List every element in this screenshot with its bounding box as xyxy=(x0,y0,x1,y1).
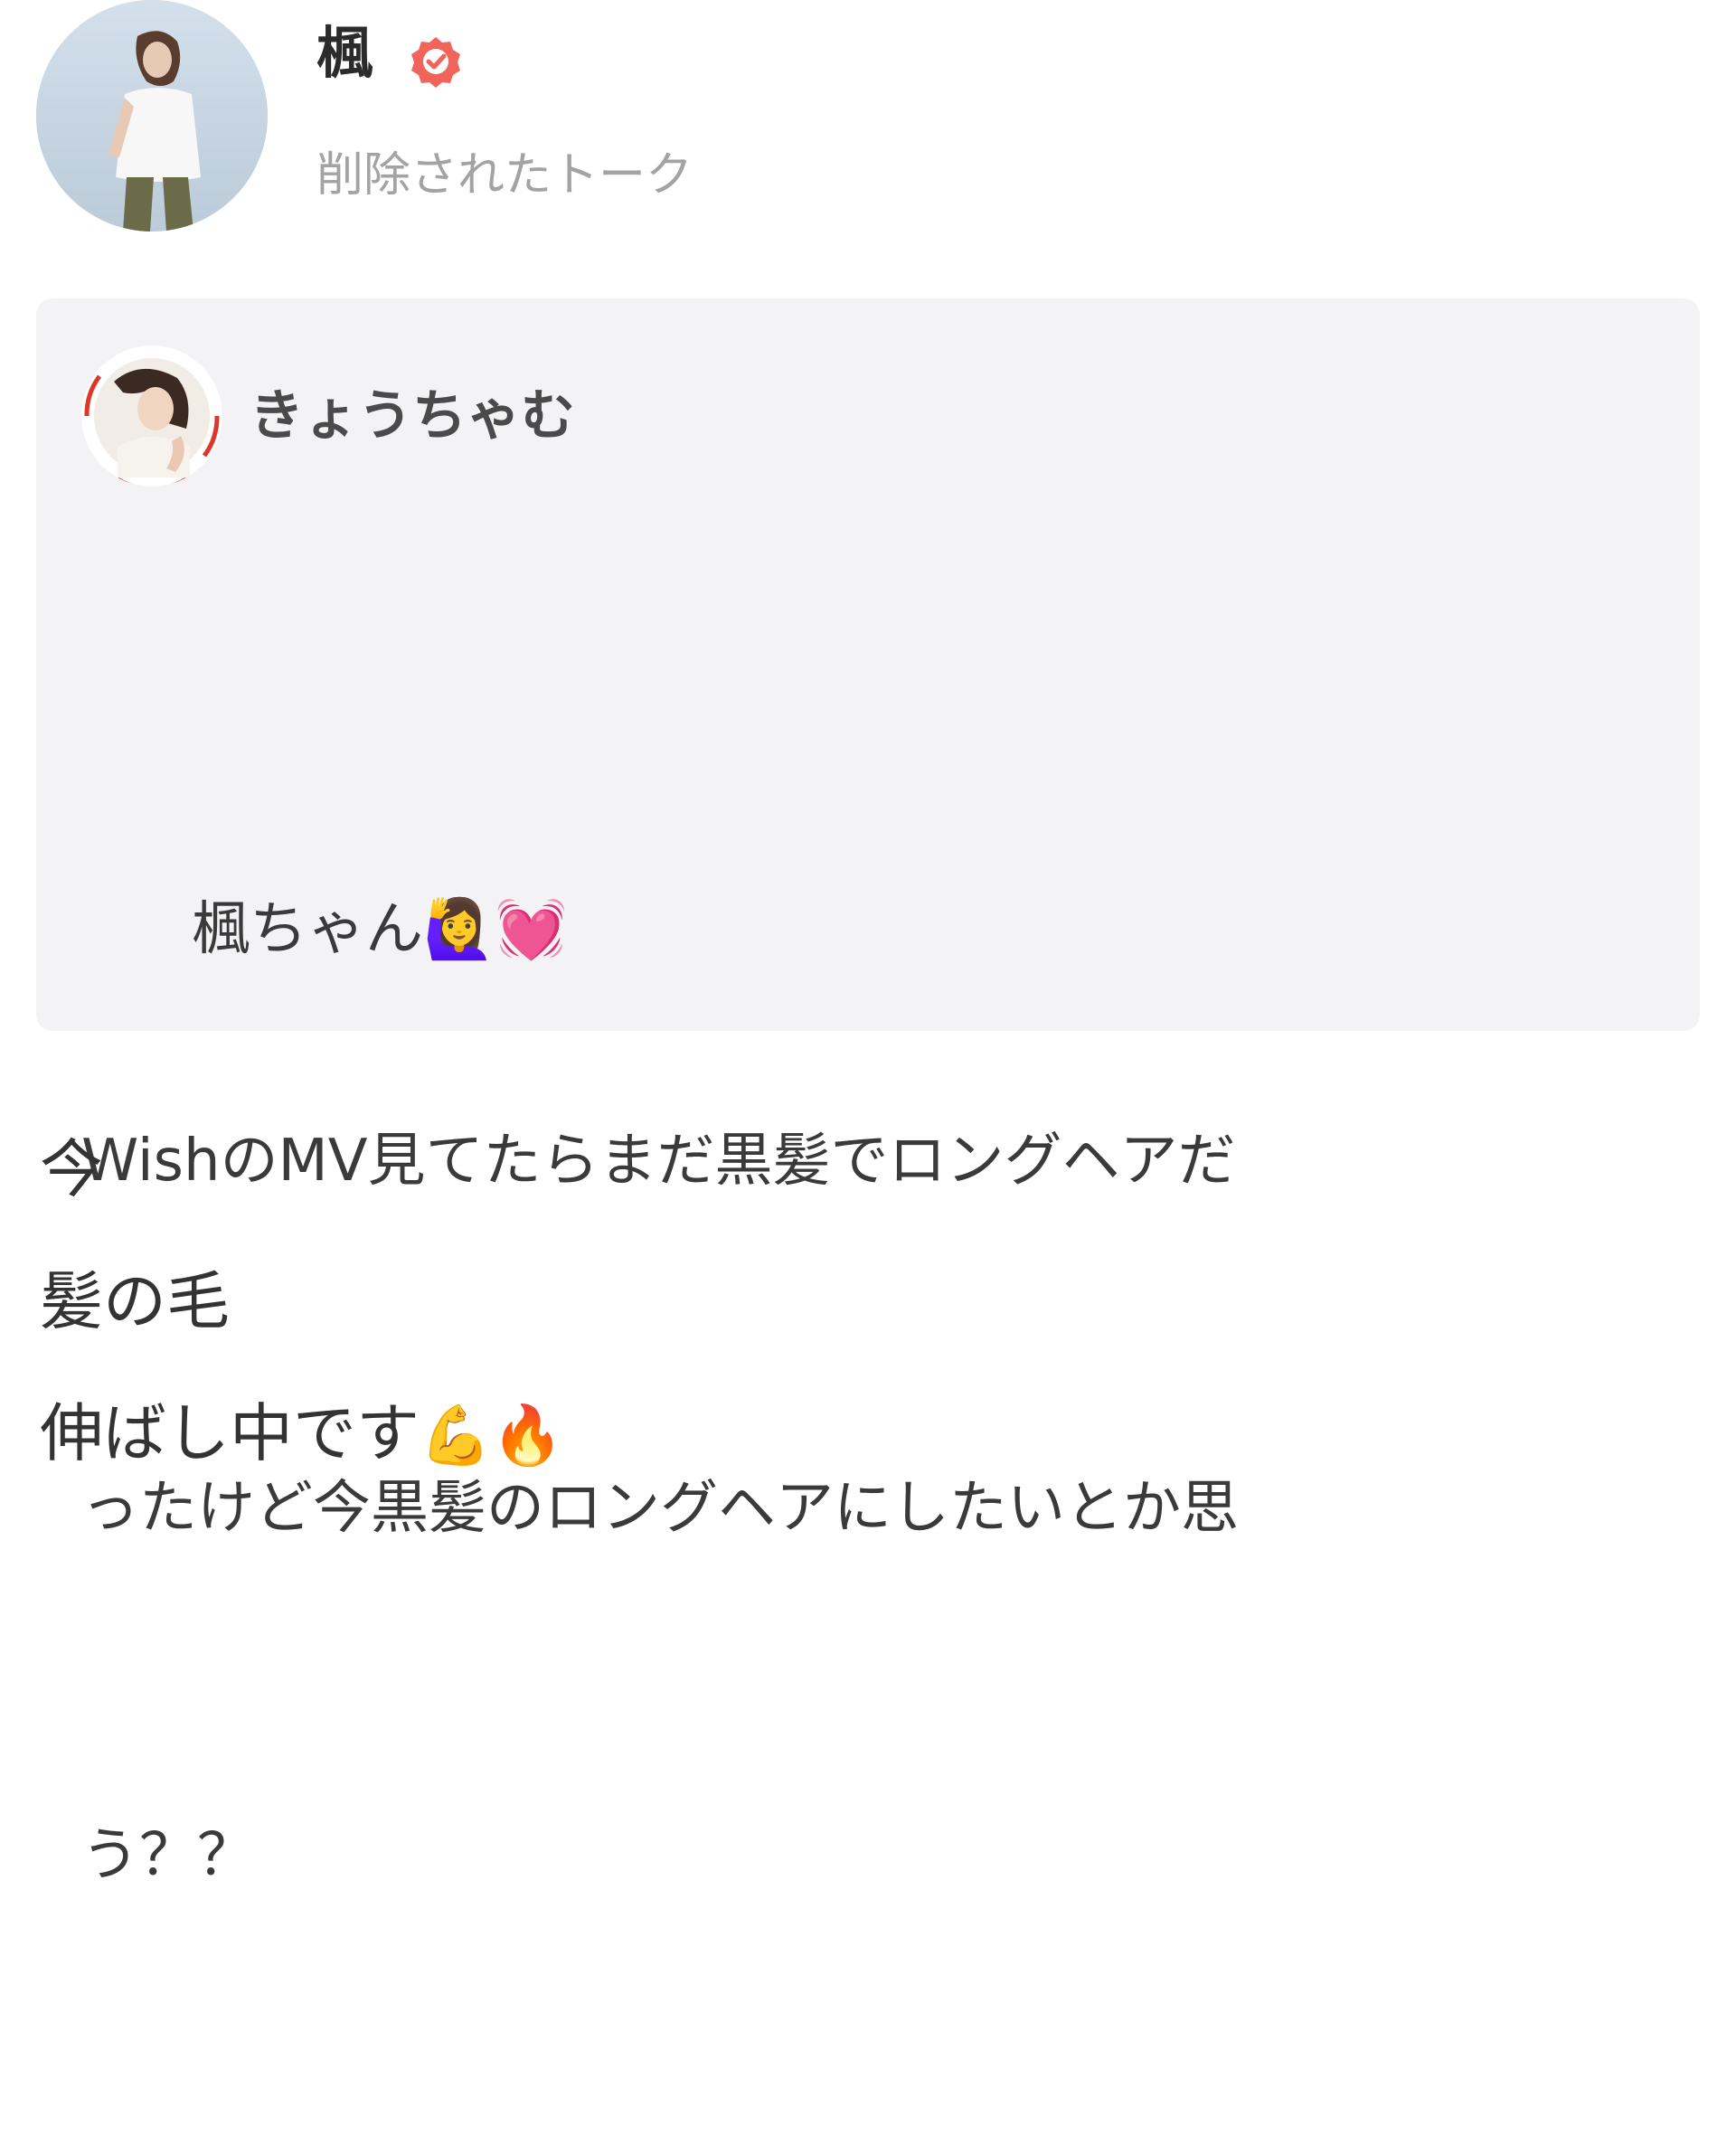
reply-message-line: 髪の毛 xyxy=(40,1264,230,1338)
beating-heart-emoji-icon: 💓 xyxy=(495,896,568,963)
fire-emoji-icon: 🔥 xyxy=(491,1403,564,1469)
author-avatar[interactable] xyxy=(36,0,268,232)
reply-message-text: 伸ばし中です xyxy=(40,1396,420,1470)
quoted-author-name[interactable]: きょうちゃむ xyxy=(250,389,575,443)
verified-badge-icon xyxy=(411,37,460,88)
raising-hand-emoji-icon: 🙋‍♀️ xyxy=(423,896,495,963)
reply-message-body: 今 髪の毛 伸ばし中です💪🔥 xyxy=(40,1103,1667,1499)
quoted-author-avatar[interactable] xyxy=(81,345,222,487)
author-avatar-image xyxy=(36,0,268,232)
author-name[interactable]: 楓 xyxy=(316,25,373,81)
post-subtitle: 削除されたトーク xyxy=(316,148,693,203)
reply-message-line: 伸ばし中です💪🔥 xyxy=(40,1367,1667,1499)
quoted-author-avatar-image xyxy=(83,347,221,487)
quoted-message-text: 楓ちゃん xyxy=(192,896,424,963)
reply-message-line: 今 xyxy=(40,1132,103,1206)
quoted-message-card[interactable]: きょうちゃむ 楓ちゃん🙋‍♀️💓 WishのMV見てたらまだ黒髪でロングヘアだ … xyxy=(36,298,1700,1889)
post-header: 楓 削除されたトーク xyxy=(36,0,1700,235)
flexed-biceps-emoji-icon: 💪 xyxy=(420,1403,492,1469)
quoted-message-line: 楓ちゃん🙋‍♀️💓 xyxy=(81,756,1637,963)
quoted-message-line: う？？ xyxy=(81,1822,255,1889)
